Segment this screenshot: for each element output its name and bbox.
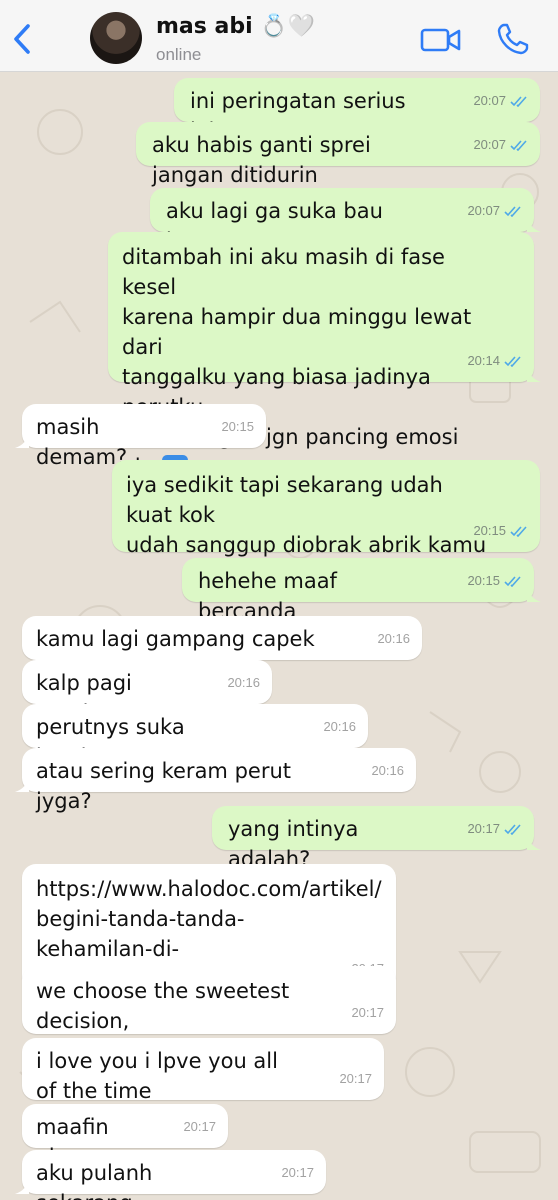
message-time: 20:16 (227, 675, 260, 690)
bubble-tail (15, 776, 29, 792)
read-ticks-icon (504, 576, 521, 587)
message-bubble-incoming[interactable]: we choose the sweetest decision, nardhee… (22, 966, 396, 1063)
message-text: masih demam? (36, 415, 128, 469)
message-bubble-outgoing[interactable]: yang intinya adalah? 20:17 (212, 806, 541, 871)
message-bubble-outgoing[interactable]: aku lagi ga suka bau kamu 20:07 (150, 188, 541, 253)
message-time: 20:07 (467, 203, 500, 218)
contact-status: online (156, 45, 202, 64)
read-ticks-icon (504, 824, 521, 835)
message-time: 20:16 (323, 719, 356, 734)
message-text: iya sedikit tapi sekarang udah kuat kok … (126, 473, 487, 557)
message-time: 20:14 (467, 353, 500, 368)
bubble-tail (15, 432, 29, 448)
message-time: 20:07 (473, 137, 506, 152)
message-time: 20:07 (473, 93, 506, 108)
message-bubble-outgoing[interactable]: ditambah ini aku masih di fase kesel kar… (108, 232, 541, 481)
bubble-tail (15, 1178, 29, 1194)
bubble-tail (527, 366, 541, 382)
message-text: i love you i lpve you all of the time (36, 1049, 278, 1103)
message-bubble-outgoing[interactable]: aku habis ganti sprei jangan ditidurin 2… (136, 122, 540, 187)
message-time: 20:17 (281, 1165, 314, 1180)
read-ticks-icon (510, 140, 527, 151)
chat-area[interactable]: ini peringatan serius loh 20:07 aku habi… (0, 72, 558, 1200)
back-chevron-icon[interactable] (8, 22, 38, 56)
bubble-tail (527, 216, 541, 232)
message-bubble-incoming[interactable]: kalp pagi mual? 20:16 (22, 660, 272, 725)
message-time: 20:15 (473, 523, 506, 538)
message-time: 20:17 (183, 1119, 216, 1134)
message-bubble-incoming[interactable]: i love you i lpve you all of the time 20… (22, 1038, 384, 1103)
read-ticks-icon (504, 356, 521, 367)
message-bubble-outgoing[interactable]: iya sedikit tapi sekarang udah kuat kok … (112, 460, 540, 557)
bubble-tail (527, 834, 541, 850)
message-bubble-incoming[interactable]: atau sering keram perut jyga? 20:16 (15, 748, 416, 813)
phone-icon[interactable] (496, 22, 530, 56)
bubble-tail (527, 586, 541, 602)
video-camera-icon[interactable] (420, 25, 462, 55)
read-ticks-icon (510, 96, 527, 107)
message-bubble-incoming[interactable]: perutnys suka kembung? 20:16 (22, 704, 368, 769)
contact-name[interactable]: mas abi 💍🤍 (156, 14, 315, 39)
chat-header: mas abi 💍🤍 online (0, 0, 558, 72)
message-time: 20:16 (377, 631, 410, 646)
message-bubble-incoming[interactable]: kamu lagi gampang capek ga? 20:16 (22, 616, 422, 681)
read-ticks-icon (504, 206, 521, 217)
message-time: 20:17 (339, 1071, 372, 1086)
message-bubble-outgoing[interactable]: ini peringatan serius loh 20:07 (174, 78, 540, 143)
read-ticks-icon (510, 526, 527, 537)
message-bubble-incoming[interactable]: masih demam? 20:15 (15, 404, 266, 469)
message-bubble-incoming[interactable]: aku pulanh sekarang 20:17 (15, 1150, 326, 1200)
message-time: 20:15 (221, 419, 254, 434)
message-time: 20:17 (467, 821, 500, 836)
message-time: 20:16 (371, 763, 404, 778)
message-bubble-outgoing[interactable]: hehehe maaf bercanda 20:15 (182, 558, 541, 623)
message-time: 20:17 (351, 1005, 384, 1020)
avatar[interactable] (90, 12, 142, 64)
message-time: 20:15 (467, 573, 500, 588)
message-bubble-incoming[interactable]: maafin aku 20:17 (22, 1104, 228, 1169)
